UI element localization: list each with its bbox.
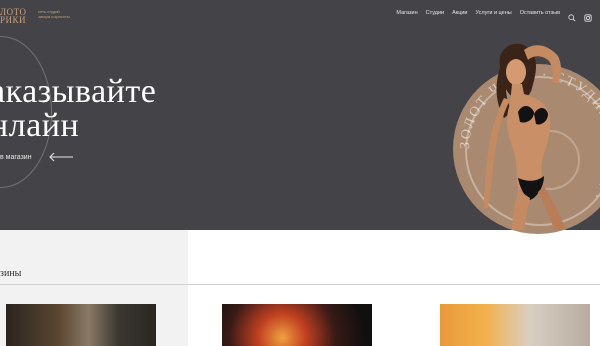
instagram-icon[interactable]	[584, 9, 592, 22]
shop-card-image[interactable]	[6, 304, 156, 346]
model-photo	[484, 43, 566, 230]
logo-subtitle: сеть студий загара и красоты	[38, 9, 70, 19]
nav-item-services[interactable]: Услуги и цены	[476, 10, 512, 16]
nav-item-studios[interactable]: Студии	[426, 10, 444, 16]
hero-title: аказывайте нлайн	[0, 73, 157, 144]
main-nav: Магазин Студии Акции Услуги и цены Остав…	[396, 9, 592, 22]
section-title: зины	[0, 268, 22, 279]
nav-item-shop[interactable]: Магазин	[396, 10, 417, 16]
search-icon[interactable]	[568, 9, 576, 22]
shop-card-image[interactable]	[222, 304, 372, 346]
arrow-left-icon[interactable]	[48, 152, 74, 162]
logo-main-text: ЛОТО РИКИ	[0, 7, 27, 25]
section-divider	[0, 284, 600, 285]
nav-item-promotions[interactable]: Акции	[452, 10, 467, 16]
nav-item-review[interactable]: Оставить отзыв	[520, 10, 560, 16]
shop-card-image[interactable]	[440, 304, 590, 346]
shop-link[interactable]: в магазин	[0, 154, 32, 161]
